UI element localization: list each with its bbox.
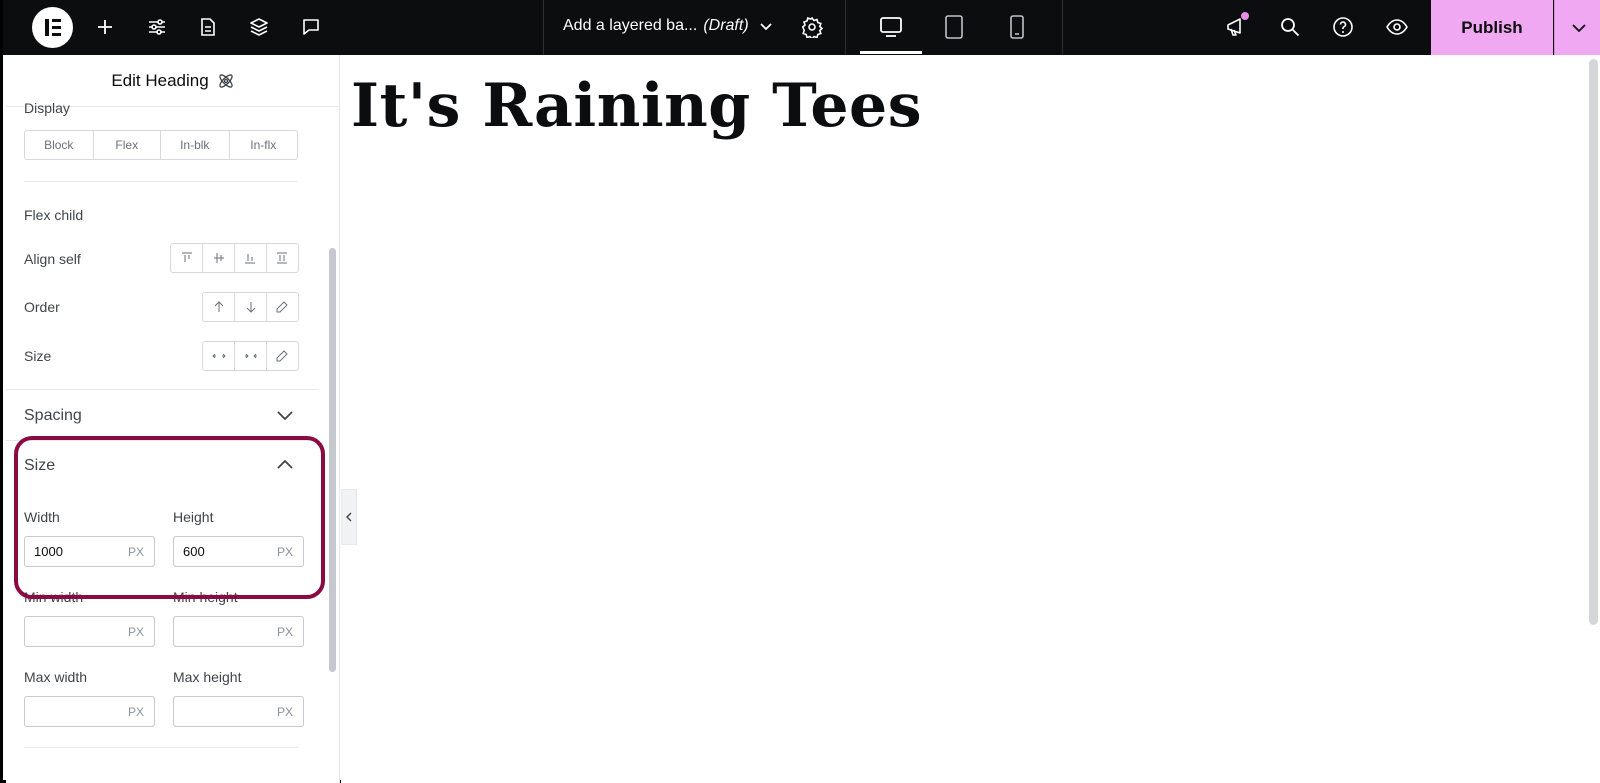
mobile-icon[interactable]: [1004, 14, 1030, 40]
panel-scrollbar[interactable]: [329, 248, 336, 672]
max-height-label: Max height: [173, 669, 242, 685]
layers-icon[interactable]: [246, 14, 272, 40]
page-heading[interactable]: It's Raining Tees: [351, 71, 922, 141]
display-flex-option[interactable]: Flex: [92, 131, 161, 159]
document-title[interactable]: Add a layered ba... (Draft): [563, 17, 749, 35]
editor-panel: Edit Heading Display Block Flex In-blk I…: [6, 55, 340, 783]
grow-icon[interactable]: [203, 342, 234, 370]
display-inline-block-option[interactable]: In-blk: [160, 131, 229, 159]
shrink-icon[interactable]: [234, 342, 265, 370]
spacing-section-header[interactable]: Spacing: [6, 390, 318, 440]
gear-icon[interactable]: [799, 14, 825, 40]
desktop-icon[interactable]: [878, 14, 904, 40]
arrow-down-icon[interactable]: [234, 293, 265, 321]
order-label: Order: [24, 299, 60, 315]
active-device-indicator: [860, 51, 922, 54]
order-control: [202, 292, 299, 322]
app-window: Add a layered ba... (Draft) Publish Edit…: [0, 0, 1600, 783]
search-icon[interactable]: [1277, 14, 1303, 40]
flex-child-title: Flex child: [24, 207, 84, 223]
divider: [1062, 0, 1063, 55]
spacing-title: Spacing: [24, 407, 82, 424]
display-control: Block Flex In-blk In-flx: [24, 130, 298, 160]
max-width-label: Max width: [24, 669, 88, 685]
flex-size-control: [202, 341, 299, 371]
top-bar: Add a layered ba... (Draft) Publish: [3, 0, 1600, 55]
collapse-panel-button[interactable]: [341, 489, 357, 545]
align-center-icon[interactable]: [202, 244, 234, 272]
min-width-unit[interactable]: PX: [128, 625, 144, 639]
notification-dot: [1241, 12, 1249, 20]
publish-button[interactable]: Publish: [1431, 0, 1553, 55]
plus-icon[interactable]: [92, 14, 118, 40]
publish-options-button[interactable]: [1554, 0, 1600, 55]
document-name: Add a layered ba...: [563, 17, 698, 34]
chat-icon[interactable]: [298, 14, 324, 40]
divider: [24, 181, 298, 182]
display-block-option[interactable]: Block: [25, 131, 93, 159]
eye-icon[interactable]: [1384, 14, 1410, 40]
pencil-icon[interactable]: [265, 293, 298, 321]
canvas-scrollbar[interactable]: [1589, 59, 1598, 625]
display-inline-flex-option[interactable]: In-flx: [228, 131, 298, 159]
min-width-input[interactable]: PX: [24, 616, 155, 647]
tablet-icon[interactable]: [941, 14, 967, 40]
document-status: (Draft): [703, 17, 749, 34]
align-self-label: Align self: [24, 251, 81, 267]
align-start-icon[interactable]: [171, 244, 202, 272]
atomic-element-icon: [217, 72, 235, 90]
chevron-down-icon: [276, 410, 294, 422]
chevron-down-icon[interactable]: [753, 14, 779, 40]
min-height-unit[interactable]: PX: [277, 625, 293, 639]
chevron-down-icon: [1571, 23, 1587, 33]
min-height-input[interactable]: PX: [173, 616, 304, 647]
divider: [24, 747, 298, 748]
divider: [845, 0, 846, 55]
panel-title: Edit Heading: [111, 70, 209, 90]
elementor-logo-icon[interactable]: [32, 7, 73, 48]
max-width-input[interactable]: PX: [24, 696, 155, 727]
align-self-control: [170, 243, 299, 273]
help-icon[interactable]: [1330, 14, 1356, 40]
flex-size-label: Size: [24, 348, 52, 364]
chevron-left-icon: [345, 512, 353, 522]
divider: [543, 0, 544, 55]
align-stretch-icon[interactable]: [265, 244, 298, 272]
display-label: Display: [24, 100, 70, 116]
max-width-unit[interactable]: PX: [128, 705, 144, 719]
pencil-icon[interactable]: [265, 342, 298, 370]
max-height-unit[interactable]: PX: [277, 705, 293, 719]
page-canvas: It's Raining Tees: [341, 55, 1600, 783]
max-height-input[interactable]: PX: [173, 696, 304, 727]
size-section-highlight: [14, 436, 325, 599]
arrow-up-icon[interactable]: [203, 293, 234, 321]
sliders-icon[interactable]: [144, 14, 170, 40]
page-icon[interactable]: [195, 14, 221, 40]
align-end-icon[interactable]: [234, 244, 266, 272]
